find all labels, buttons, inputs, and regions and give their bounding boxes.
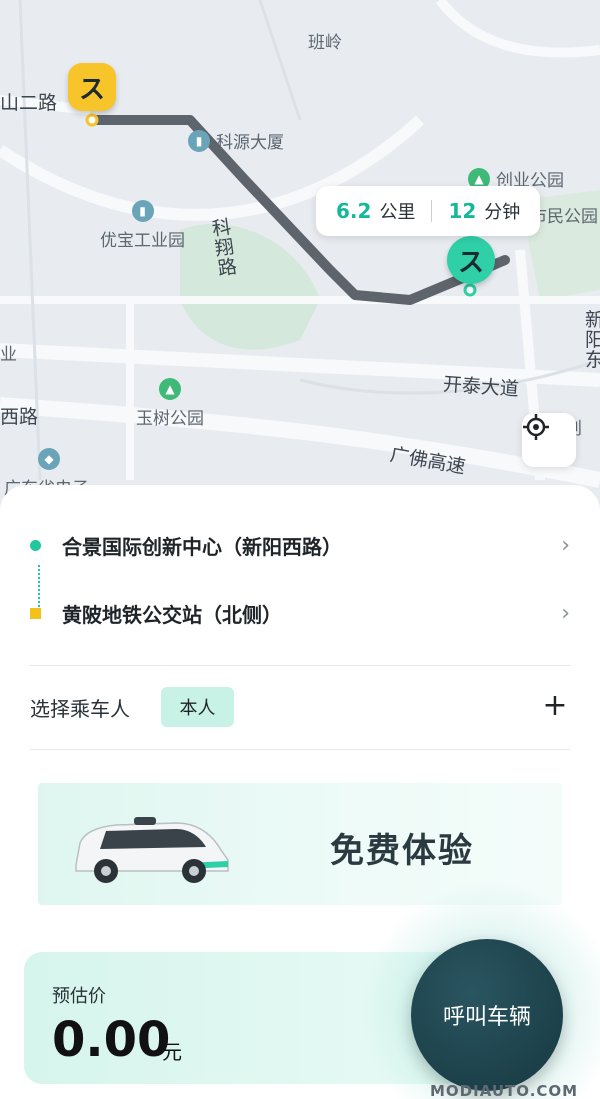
tree-icon: ▲ [159, 378, 181, 400]
route-distance-unit: 公里 [379, 202, 416, 223]
destination-square-icon [30, 607, 41, 619]
divider [30, 665, 570, 666]
destination-row[interactable]: 黄陂地铁公交站（北侧） › [30, 593, 570, 633]
poi-yushu[interactable]: ▲ 玉树公园 [136, 378, 204, 429]
destination-address: 黄陂地铁公交站（北侧） [62, 602, 282, 627]
locate-button[interactable] [522, 413, 576, 467]
poi-keyuan[interactable]: ▮ 科源大厦 [188, 128, 284, 153]
car-logo-icon: ス [78, 74, 105, 105]
crosshair-icon [523, 414, 549, 440]
map-label: 班岭 [308, 33, 342, 53]
call-vehicle-button[interactable]: 呼叫车辆 [411, 939, 563, 1091]
watermark: MODIAUTO.COM [430, 1082, 579, 1099]
route-info-bubble: 6.2 公里 12 分钟 [316, 186, 541, 236]
price-label: 预估价 [52, 986, 106, 1007]
passenger-chip-self[interactable]: 本人 [161, 687, 234, 727]
separator [431, 200, 433, 222]
road-label-xinyang: 新阳东 [585, 309, 600, 371]
building-icon: ▮ [131, 200, 154, 222]
route-time-value: 12 [448, 199, 477, 223]
chevron-right-icon: › [561, 600, 570, 626]
end-pin[interactable]: ス [447, 236, 495, 284]
road-label-kaitai: 开泰大道 [442, 373, 520, 401]
divider [30, 749, 570, 750]
car-logo-icon: ス [457, 247, 484, 278]
price-value: 0.00 [52, 1012, 171, 1068]
origin-address: 合景国际创新中心（新阳西路） [62, 534, 342, 559]
map-label: 市民公园 [530, 207, 598, 227]
origin-dot-icon [30, 539, 41, 551]
road-label-xilu: 西路 [0, 406, 39, 428]
poi-youbao[interactable]: ▮ 优宝工业园 [100, 200, 185, 251]
map-label: 业 [0, 345, 17, 365]
robotaxi-icon [75, 817, 229, 883]
origin-row[interactable]: 合景国际创新中心（新阳西路） › [30, 525, 570, 565]
building-icon: ▮ [188, 129, 210, 152]
chevron-right-icon: › [561, 532, 570, 558]
route-distance-value: 6.2 [336, 199, 372, 223]
price-unit: 元 [162, 1040, 182, 1064]
route-time-unit: 分钟 [484, 202, 521, 223]
start-pin[interactable]: ス [68, 63, 116, 111]
add-passenger-button[interactable]: + [540, 691, 570, 721]
map-label: 山二路 [0, 92, 58, 114]
school-icon: ◆ [38, 448, 60, 470]
passenger-label: 选择乘车人 [30, 697, 130, 721]
map-view[interactable]: 班岭 山二路 ▮ 科源大厦 ▲ 创业公园 市民公园 ▮ 优宝工业园 科翔路 新阳… [0, 0, 600, 520]
bottom-sheet: 合景国际创新中心（新阳西路） › 黄陂地铁公交站（北侧） › 选择乘车人 本人 … [0, 485, 600, 1099]
banner-title: 免费体验 [330, 831, 474, 871]
